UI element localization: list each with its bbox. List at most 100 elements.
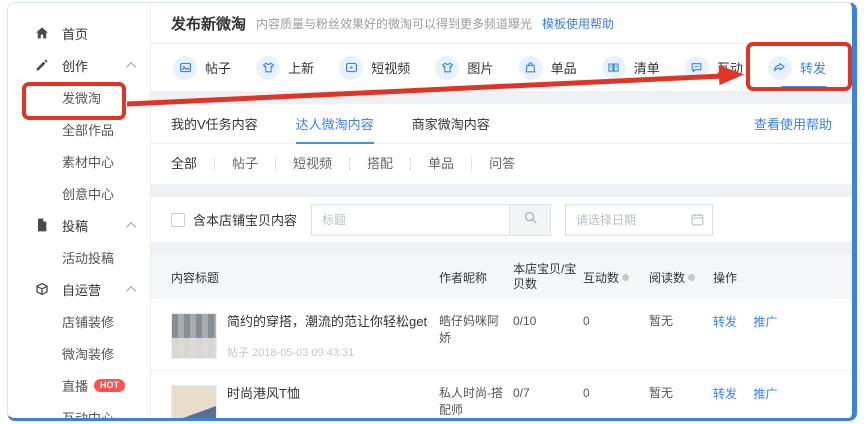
sidebar-item-material-center[interactable]: 素材中心 <box>8 145 150 177</box>
content-table: 内容标题 作者昵称 本店宝贝/宝贝数 互动数 阅读数 操作 简约的穿搭，潮流的范 <box>151 255 852 418</box>
book-icon <box>602 56 626 80</box>
section-divider-band <box>151 91 852 104</box>
sidebar-item-submission[interactable]: 投稿 <box>8 209 150 241</box>
tab-label: 转发 <box>800 58 826 77</box>
shop-items-count: 0/10 <box>513 313 583 330</box>
tshirt-icon <box>256 56 280 80</box>
chat-bubble-icon <box>685 56 709 80</box>
search-button[interactable] <box>509 204 551 236</box>
sidebar-item-live[interactable]: 直播 HOT <box>8 369 150 401</box>
sidebar-item-interaction-center[interactable]: 互动中心 <box>8 401 150 421</box>
forward-link[interactable]: 转发 <box>713 387 737 401</box>
tab-merchant-weitao-content[interactable]: 商家微淘内容 <box>412 104 490 143</box>
content-thumbnail[interactable] <box>171 385 217 421</box>
col-reads: 阅读数 <box>649 269 713 286</box>
info-icon[interactable] <box>622 274 629 281</box>
page-header: 发布新微淘 内容质量与粉丝效果好的微淘可以得到更多频道曝光 模板使用帮助 <box>151 3 852 44</box>
sidebar-item-label: 素材中心 <box>62 152 114 171</box>
tab-short-video[interactable]: 短视频 <box>339 44 410 91</box>
row-operations: 转发 推广 <box>713 385 852 403</box>
section-divider-band <box>151 242 852 255</box>
col-operations: 操作 <box>713 269 852 286</box>
chevron-up-icon <box>126 61 136 71</box>
page-subtitle: 内容质量与粉丝效果好的微淘可以得到更多频道曝光 <box>256 15 532 32</box>
pen-icon <box>34 57 50 73</box>
title-search-input[interactable] <box>311 204 509 236</box>
author-name: 皓仔妈咪阿娇 <box>439 313 513 347</box>
include-shop-items-checkbox[interactable] <box>171 213 185 227</box>
content-meta: 帖子 2018-05-03 09:43:21 <box>227 416 429 421</box>
tab-my-v-task-content[interactable]: 我的V任务内容 <box>171 104 258 143</box>
tab-post[interactable]: 帖子 <box>173 44 231 91</box>
filter-all[interactable]: 全部 <box>171 157 214 171</box>
sidebar-item-label: 互动中心 <box>62 408 114 422</box>
forward-link[interactable]: 转发 <box>713 315 737 329</box>
chevron-up-icon <box>126 285 136 295</box>
usage-help-link[interactable]: 查看使用帮助 <box>754 114 832 133</box>
sidebar-item-label: 自运营 <box>62 280 101 299</box>
sidebar-item-label: 活动投稿 <box>62 248 114 267</box>
template-help-link[interactable]: 模板使用帮助 <box>542 15 614 32</box>
shop-items-count: 0/7 <box>513 385 583 402</box>
sidebar-item-label: 直播 <box>62 376 88 395</box>
filter-qa[interactable]: 问答 <box>471 157 532 171</box>
tab-label: 清单 <box>634 58 660 77</box>
filter-post[interactable]: 帖子 <box>214 157 275 171</box>
search-bar: 含本店铺宝贝内容 <box>151 197 852 242</box>
content-title[interactable]: 时尚港风T恤 <box>227 385 429 403</box>
promote-link[interactable]: 推广 <box>753 315 777 329</box>
sidebar-item-label: 创作 <box>62 56 88 75</box>
table-row: 时尚港风T恤 帖子 2018-05-03 09:43:21 私人时尚-搭配师 0… <box>151 370 852 421</box>
scope-tabs: 我的V任务内容 达人微淘内容 商家微淘内容 查看使用帮助 <box>151 104 852 144</box>
sidebar-item-all-works[interactable]: 全部作品 <box>8 113 150 145</box>
col-label: 互动数 <box>583 269 619 286</box>
col-shop-items: 本店宝贝/宝贝数 <box>513 262 583 292</box>
sidebar-item-label: 首页 <box>62 24 88 43</box>
read-count: 暂无 <box>649 313 713 330</box>
author-name: 私人时尚-搭配师 <box>439 385 513 419</box>
col-label: 阅读数 <box>649 269 685 286</box>
sidebar-item-home[interactable]: 首页 <box>8 17 150 49</box>
sidebar-item-create[interactable]: 创作 <box>8 49 150 81</box>
date-input[interactable] <box>565 204 713 236</box>
tab-label: 帖子 <box>205 58 231 77</box>
tab-single-item[interactable]: 单品 <box>519 44 577 91</box>
checkbox-label: 含本店铺宝贝内容 <box>193 210 297 229</box>
tab-label: 单品 <box>551 58 577 77</box>
tab-new-arrival[interactable]: 上新 <box>256 44 314 91</box>
page-title: 发布新微淘 <box>171 13 246 34</box>
tab-forward[interactable]: 转发 <box>768 44 826 91</box>
sidebar-item-self-operate[interactable]: 自运营 <box>8 273 150 305</box>
tab-label: 图片 <box>467 58 493 77</box>
tshirt-icon <box>435 56 459 80</box>
filter-short-video[interactable]: 短视频 <box>275 157 349 171</box>
tab-list[interactable]: 清单 <box>602 44 660 91</box>
tab-label: 互动 <box>717 58 743 77</box>
sidebar-item-activity-submission[interactable]: 活动投稿 <box>8 241 150 273</box>
sidebar-item-idea-center[interactable]: 创意中心 <box>8 177 150 209</box>
filter-single-item[interactable]: 单品 <box>410 157 471 171</box>
interaction-count: 0 <box>583 313 649 330</box>
tab-daren-weitao-content[interactable]: 达人微淘内容 <box>296 104 374 143</box>
sidebar-item-weitao-decoration[interactable]: 微淘装修 <box>8 337 150 369</box>
content-thumbnail[interactable] <box>171 313 217 359</box>
title-cell: 简约的穿搭，潮流的范让你轻松get 帖子 2018-05-03 09:43:31 <box>171 313 439 360</box>
hot-badge: HOT <box>94 379 125 392</box>
share-arrow-icon <box>768 56 792 80</box>
sidebar-item-shop-decoration[interactable]: 店铺装修 <box>8 305 150 337</box>
chevron-up-icon <box>126 221 136 231</box>
col-content-title: 内容标题 <box>171 269 439 286</box>
content-title[interactable]: 简约的穿搭，潮流的范让你轻松get <box>227 313 429 331</box>
col-interactions: 互动数 <box>583 269 649 286</box>
sidebar-item-fa-weitao[interactable]: 发微淘 <box>8 81 150 113</box>
app-window: 首页 创作 发微淘 全部作品 素材中心 创意中心 投稿 <box>7 2 857 421</box>
promote-link[interactable]: 推广 <box>753 387 777 401</box>
tab-interaction[interactable]: 互动 <box>685 44 743 91</box>
tab-image[interactable]: 图片 <box>435 44 493 91</box>
main-content: 发布新微淘 内容质量与粉丝效果好的微淘可以得到更多频道曝光 模板使用帮助 帖子 … <box>151 3 852 418</box>
table-header: 内容标题 作者昵称 本店宝贝/宝贝数 互动数 阅读数 操作 <box>151 255 852 299</box>
home-icon <box>34 25 50 41</box>
date-picker[interactable] <box>565 204 713 236</box>
filter-outfit[interactable]: 搭配 <box>349 157 410 171</box>
info-icon[interactable] <box>688 274 695 281</box>
